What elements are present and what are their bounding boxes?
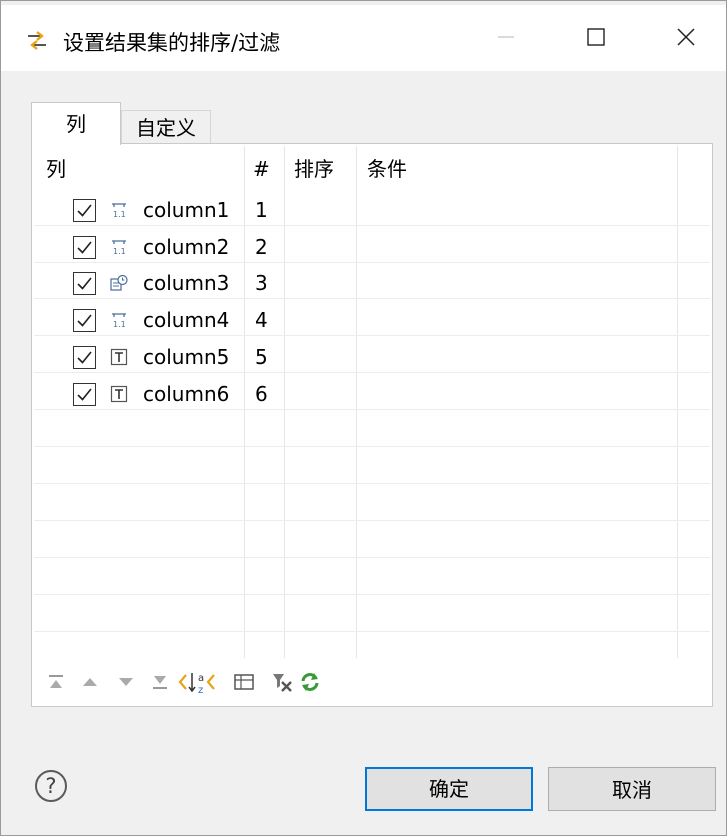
column-visible-checkbox[interactable] [73, 199, 96, 222]
ok-button[interactable]: 确定 [365, 767, 533, 811]
table-view-icon[interactable] [232, 670, 256, 694]
row-divider [34, 446, 710, 447]
sort-filter-icon [28, 31, 46, 50]
checkmark-icon [77, 241, 92, 254]
table-row[interactable]: 1.1 column4 4 [34, 305, 710, 341]
table-row[interactable]: 1.1 column2 2 [34, 232, 710, 268]
sort-az-icon[interactable]: a z [178, 670, 228, 694]
column-visible-checkbox[interactable] [73, 346, 96, 369]
column-visible-checkbox[interactable] [73, 272, 96, 295]
tab-columns[interactable]: 列 [31, 102, 121, 145]
table-row[interactable]: column5 5 [34, 342, 710, 378]
row-divider [34, 631, 710, 632]
sort-filter-dialog: 设置结果集的排序/过滤 列 自定义 列 # 排序 条件 1.1 column1 … [0, 0, 727, 836]
checkmark-icon [77, 388, 92, 401]
numeric-column-icon: 1.1 [112, 313, 126, 329]
column-number: 5 [255, 345, 268, 369]
header-condition[interactable]: 条件 [367, 146, 407, 188]
column-number: 1 [255, 198, 268, 222]
datetime-column-icon [110, 274, 128, 291]
close-button[interactable] [651, 15, 721, 59]
refresh-icon[interactable] [298, 670, 322, 694]
column-name: column2 [143, 235, 230, 259]
row-divider [34, 520, 710, 521]
move-top-icon[interactable] [44, 670, 68, 694]
column-number: 3 [255, 271, 268, 295]
column-visible-checkbox[interactable] [73, 383, 96, 406]
move-down-icon[interactable] [114, 670, 138, 694]
help-icon[interactable]: ? [35, 770, 67, 802]
checkmark-icon [77, 277, 92, 290]
column-name: column1 [143, 198, 230, 222]
tab-custom[interactable]: 自定义 [121, 110, 211, 145]
svg-text:a: a [198, 673, 204, 684]
column-name: column4 [143, 308, 230, 332]
minimize-button[interactable] [471, 15, 541, 59]
close-icon [677, 28, 695, 46]
table-header: 列 # 排序 条件 [34, 146, 710, 188]
columns-panel: 列 # 排序 条件 1.1 column1 1 1.1 column2 2 co… [31, 143, 713, 707]
column-name: column5 [143, 345, 230, 369]
move-bottom-icon[interactable] [148, 670, 172, 694]
dialog-title: 设置结果集的排序/过滤 [63, 31, 281, 55]
checkmark-icon [77, 204, 92, 217]
header-sort[interactable]: 排序 [294, 146, 334, 188]
checkmark-icon [77, 314, 92, 327]
table-row[interactable]: column3 3 [34, 268, 710, 304]
numeric-column-icon: 1.1 [112, 240, 126, 256]
minimize-icon [498, 36, 514, 38]
row-divider [34, 594, 710, 595]
columns-table: 列 # 排序 条件 1.1 column1 1 1.1 column2 2 co… [34, 146, 710, 658]
header-number[interactable]: # [253, 146, 270, 188]
clear-filter-icon[interactable] [270, 670, 294, 694]
header-column[interactable]: 列 [46, 146, 66, 188]
column-name: column3 [143, 271, 230, 295]
text-column-icon [110, 348, 128, 366]
checkmark-icon [77, 351, 92, 364]
column-number: 2 [255, 235, 268, 259]
column-toolbar: a z [44, 670, 374, 696]
svg-text:1.1: 1.1 [113, 210, 126, 219]
svg-text:z: z [198, 685, 203, 694]
maximize-icon [587, 28, 605, 46]
column-visible-checkbox[interactable] [73, 236, 96, 259]
column-name: column6 [143, 382, 230, 406]
move-up-icon[interactable] [78, 670, 102, 694]
table-row[interactable]: 1.1 column1 1 [34, 195, 710, 231]
text-column-icon [110, 385, 128, 403]
column-number: 4 [255, 308, 268, 332]
numeric-column-icon: 1.1 [112, 203, 126, 219]
title-bar[interactable]: 设置结果集的排序/过滤 [1, 5, 726, 71]
row-divider [34, 557, 710, 558]
column-visible-checkbox[interactable] [73, 309, 96, 332]
row-divider [34, 483, 710, 484]
column-number: 6 [255, 382, 268, 406]
svg-text:1.1: 1.1 [113, 247, 126, 256]
table-row[interactable]: column6 6 [34, 379, 710, 415]
maximize-button[interactable] [561, 15, 631, 59]
svg-text:1.1: 1.1 [113, 320, 126, 329]
cancel-button[interactable]: 取消 [548, 767, 716, 811]
